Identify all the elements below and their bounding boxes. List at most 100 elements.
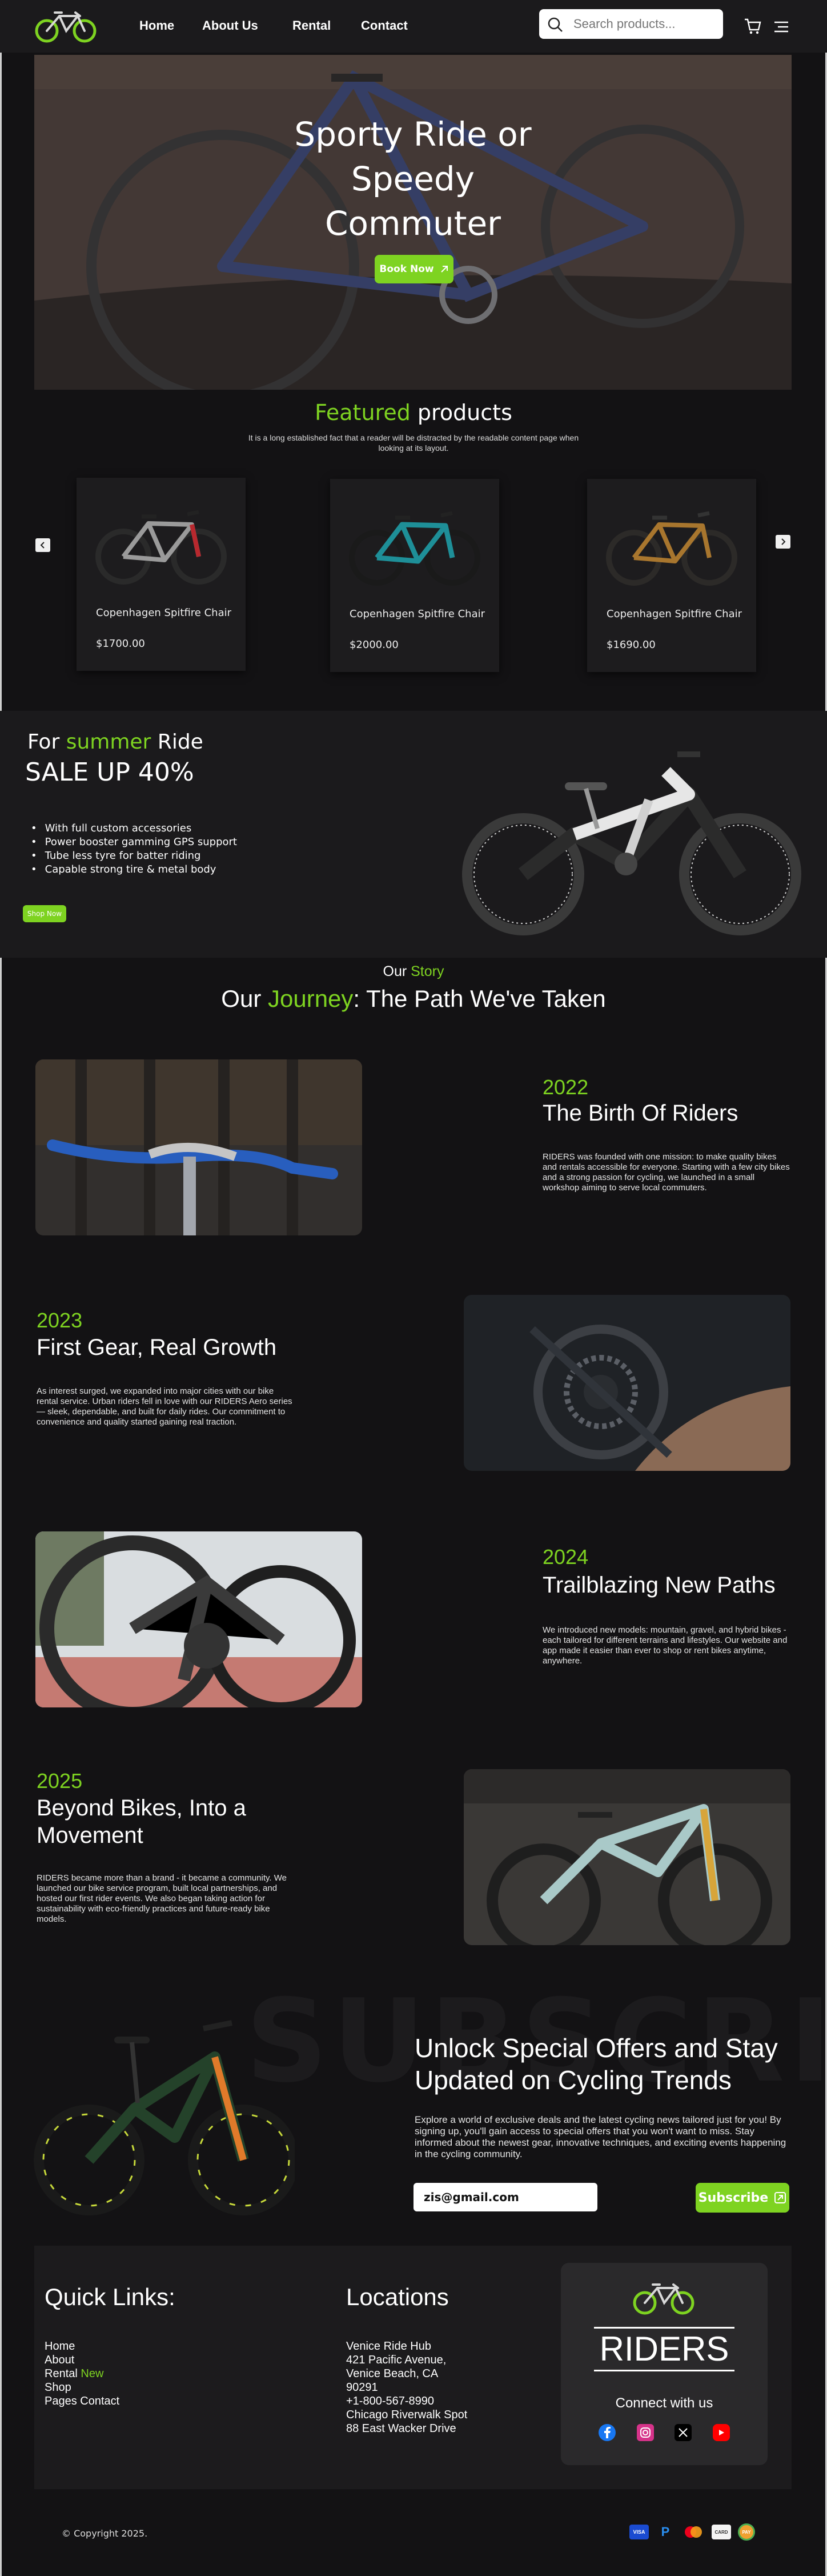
timeline-year: 2025 — [37, 1769, 83, 1793]
list-item: About — [45, 2353, 119, 2367]
promo-feature-list: With full custom accessories Power boost… — [31, 822, 237, 877]
payment-methods: VISA P CARD PAY — [629, 2523, 755, 2541]
mountain-bike-photo — [464, 1769, 790, 1945]
menu-icon[interactable] — [773, 21, 789, 33]
promo-title-post: Ride — [151, 730, 203, 754]
timeline-text: As interest surged, we expanded into maj… — [37, 1386, 292, 1427]
featured-title-highlight: Featured — [315, 400, 411, 425]
list-item: Tube less tyre for batter riding — [31, 849, 237, 863]
story-eyebrow-pre: Our — [383, 963, 411, 979]
list-item: Chicago Riverwalk Spot — [346, 2409, 468, 2421]
mastercard-icon — [682, 2525, 705, 2539]
email-field[interactable] — [414, 2183, 597, 2211]
nav-contact[interactable]: Contact — [361, 18, 408, 33]
footer-link-shop[interactable]: Shop — [45, 2381, 71, 2394]
story-eyebrow-highlight: Story — [411, 963, 444, 979]
list-item: Capable strong tire & metal body — [31, 863, 237, 877]
nav-about[interactable]: About Us — [202, 18, 258, 33]
shop-now-button[interactable]: Shop Now — [23, 905, 66, 922]
external-link-icon — [774, 2192, 786, 2203]
carousel-prev-button[interactable] — [35, 538, 50, 552]
carousel-next-button[interactable] — [776, 535, 790, 549]
product-price: $1700.00 — [96, 638, 145, 650]
product-card[interactable]: Copenhagen Spitfire Chair $2000.00 — [330, 479, 499, 672]
footer-link-contact[interactable]: Pages Contact — [45, 2395, 119, 2407]
subscribe-label: Subscribe — [698, 2190, 769, 2205]
timeline-heading: Beyond Bikes, Into a Movement — [37, 1795, 246, 1848]
search-icon[interactable] — [547, 17, 563, 33]
product-bike-image — [606, 511, 737, 586]
footer-link-home[interactable]: Home — [45, 2340, 75, 2353]
featured-title: Featured products — [0, 400, 827, 425]
product-card[interactable]: Copenhagen Spitfire Chair $1690.00 — [587, 479, 756, 672]
pay-badge-icon: PAY — [738, 2523, 755, 2541]
list-item: Pages Contact — [45, 2394, 119, 2408]
promo-sale: SALE UP 40% — [25, 758, 194, 787]
timeline-image-2025 — [464, 1769, 790, 1945]
featured-title-rest: products — [410, 400, 512, 425]
list-item: Venice Beach, CA — [346, 2367, 439, 2380]
search-input[interactable] — [573, 15, 716, 33]
timeline-heading: First Gear, Real Growth — [37, 1335, 277, 1360]
nav-rental[interactable]: Rental — [292, 18, 331, 33]
story-title: Our Journey: The Path We've Taken — [0, 985, 827, 1013]
timeline-text: RIDERS was founded with one mission: to … — [543, 1152, 790, 1193]
facebook-icon[interactable] — [599, 2424, 616, 2441]
x-twitter-icon[interactable] — [675, 2424, 692, 2441]
list-item: 90291 — [346, 2381, 378, 2394]
cart-icon[interactable] — [744, 17, 762, 35]
visa-icon: VISA — [629, 2525, 649, 2539]
subscribe-button[interactable]: Subscribe — [696, 2183, 789, 2213]
subscribe-bike-image — [34, 2020, 295, 2215]
nav-home[interactable]: Home — [139, 18, 174, 33]
youtube-icon[interactable] — [712, 2424, 730, 2441]
brand-logo[interactable] — [32, 8, 101, 45]
list-item: With full custom accessories — [31, 822, 237, 835]
promo-bike-image — [462, 751, 801, 935]
hero-banner: Sporty Ride or Speedy Commuter Book Now — [34, 55, 792, 390]
list-item: +1-800-567-8990 — [346, 2395, 435, 2407]
quick-links-list: Home About Rental New Shop Pages Contact — [45, 2339, 119, 2408]
subscribe-text: Explore a world of exclusive deals and t… — [415, 2114, 786, 2159]
connect-label: Connect with us — [615, 2395, 713, 2411]
product-bike-image — [95, 510, 227, 585]
header: Home About Us Rental Contact — [0, 0, 827, 53]
promo-title-pre: For — [27, 730, 66, 754]
product-card[interactable]: Copenhagen Spitfire Chair $1700.00 — [77, 478, 246, 671]
story-title-post: : The Path We've Taken — [353, 985, 606, 1012]
instagram-icon[interactable] — [636, 2424, 654, 2441]
footer: Quick Links: Home About Rental New Shop … — [34, 2246, 792, 2489]
timeline-heading: Trailblazing New Paths — [543, 1573, 776, 1598]
story-title-pre: Our — [221, 985, 268, 1012]
timeline-text: RIDERS became more than a brand - it bec… — [37, 1873, 287, 1924]
book-now-button[interactable]: Book Now — [375, 255, 453, 283]
locations-title: Locations — [346, 2283, 449, 2310]
product-name: Copenhagen Spitfire Chair — [350, 608, 485, 620]
story-title-highlight: Journey — [267, 985, 354, 1012]
timeline-text: We introduced new models: mountain, grav… — [543, 1625, 788, 1666]
quick-links-title: Quick Links: — [45, 2283, 175, 2310]
hero-title: Sporty Ride or Speedy Commuter — [294, 115, 532, 243]
timeline-heading: The Birth Of Riders — [543, 1101, 738, 1126]
chevron-right-icon — [781, 538, 786, 545]
gears-photo — [464, 1295, 790, 1471]
book-now-label: Book Now — [379, 263, 434, 275]
timeline-year: 2022 — [543, 1075, 589, 1099]
list-item: Home — [45, 2339, 119, 2353]
list-item: 421 Pacific Avenue, — [346, 2354, 447, 2366]
story-eyebrow: Our Story — [0, 963, 827, 980]
ebike-wheel-photo — [35, 1531, 362, 1707]
footer-link-about[interactable]: About — [45, 2354, 74, 2366]
new-badge: New — [81, 2367, 104, 2380]
handlebar-photo — [35, 1059, 362, 1235]
timeline-image-2023 — [464, 1295, 790, 1471]
footer-link-rental[interactable]: Rental — [45, 2367, 78, 2380]
chevron-left-icon — [40, 542, 45, 549]
featured-subtitle: It is a long established fact that a rea… — [248, 433, 579, 453]
social-links — [599, 2424, 730, 2441]
product-price: $1690.00 — [607, 639, 656, 651]
list-item: 88 East Wacker Drive — [346, 2422, 456, 2435]
arrow-up-right-icon — [440, 266, 448, 273]
product-bike-image — [349, 511, 480, 586]
promo-title-highlight: summer — [66, 730, 151, 754]
